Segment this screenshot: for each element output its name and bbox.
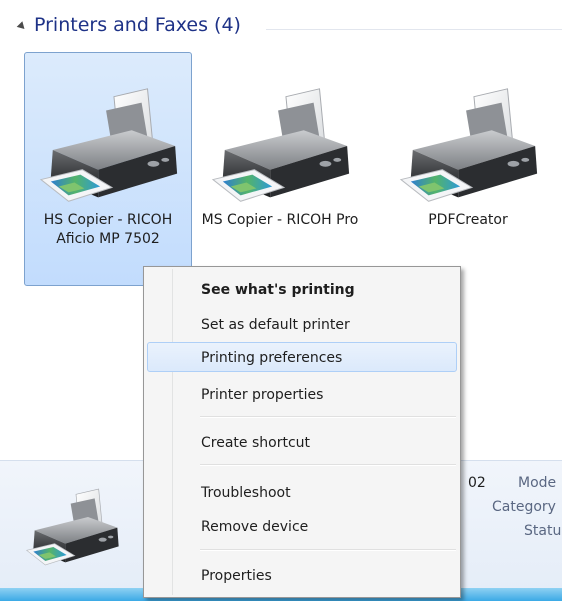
- collapse-arrow-icon[interactable]: [16, 21, 28, 32]
- printer-tile-hs-copier[interactable]: HS Copier - RICOH Aficio MP 7502: [24, 52, 192, 286]
- menu-item-set-default-printer[interactable]: Set as default printer: [147, 309, 457, 339]
- menu-item-printer-properties[interactable]: Printer properties: [147, 379, 457, 409]
- printer-label: HS Copier - RICOH Aficio MP 7502: [43, 212, 173, 247]
- group-divider: [266, 29, 562, 30]
- menu-separator: [200, 416, 456, 418]
- printer-icon: [24, 487, 124, 571]
- group-header[interactable]: Printers and Faxes (4): [16, 14, 562, 44]
- menu-item-troubleshoot[interactable]: Troubleshoot: [147, 477, 457, 507]
- printer-icon: [37, 87, 185, 209]
- menu-separator: [200, 464, 456, 466]
- printer-tile-ms-copier[interactable]: MS Copier - RICOH Pro: [196, 52, 364, 286]
- printer-icon: [397, 87, 545, 209]
- printer-tile-pdfcreator[interactable]: PDFCreator: [384, 52, 552, 286]
- menu-item-properties[interactable]: Properties: [147, 560, 457, 590]
- menu-separator: [200, 549, 456, 551]
- context-menu: See what's printing Set as default print…: [143, 266, 461, 598]
- group-title: Printers and Faxes (4): [34, 14, 241, 36]
- detail-value: 02: [468, 475, 486, 491]
- menu-item-create-shortcut[interactable]: Create shortcut: [147, 427, 457, 457]
- printer-label: PDFCreator: [428, 212, 508, 228]
- printer-label: MS Copier - RICOH Pro: [201, 212, 359, 228]
- menu-item-remove-device[interactable]: Remove device: [147, 511, 457, 541]
- menu-item-printing-preferences[interactable]: Printing preferences: [147, 342, 457, 372]
- printer-icon: [209, 87, 357, 209]
- detail-category-label: Category: [492, 499, 556, 515]
- menu-item-see-whats-printing[interactable]: See what's printing: [147, 274, 457, 304]
- detail-model-label: Mode: [518, 475, 557, 491]
- detail-status-label: Statu: [524, 523, 562, 539]
